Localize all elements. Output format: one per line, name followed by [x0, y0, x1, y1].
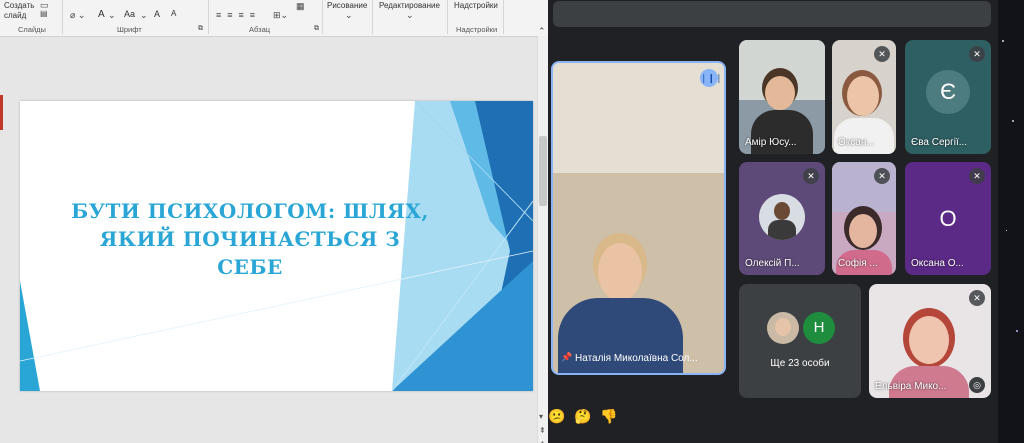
avatar: [759, 194, 805, 240]
presenter-face: [598, 243, 642, 301]
font-color-button[interactable]: A: [98, 9, 105, 20]
top-bar: [553, 1, 991, 27]
group-paragraph: Абзац: [249, 25, 271, 34]
chevron-down-icon[interactable]: ⌄: [140, 10, 148, 21]
editing-button[interactable]: Редактирование: [379, 1, 440, 10]
avatar: Н: [803, 312, 835, 344]
participant-tile[interactable]: Амір Юсу...: [739, 40, 825, 154]
avatar: Є: [926, 70, 970, 114]
smartart-icon[interactable]: ▦: [296, 1, 305, 12]
text-direction-icon[interactable]: ⊞⌄: [273, 10, 288, 21]
more-participants-label: Ще 23 особи: [770, 358, 830, 369]
participant-name: Єва Сергії...: [911, 137, 968, 148]
align-icons[interactable]: ≡≡≡≡: [216, 10, 261, 20]
powerpoint-window: ▭ Создать слайд ▤ Слайды ⌀ ⌄ A ⌄ Aa ⌄ A …: [0, 0, 548, 443]
more-participants-tile[interactable]: Н Ще 23 особи: [739, 284, 861, 398]
change-case-button[interactable]: Aa: [124, 9, 135, 19]
speaking-indicator-icon: ❘❙❘: [700, 69, 723, 87]
ribbon: ▭ Создать слайд ▤ Слайды ⌀ ⌄ A ⌄ Aa ⌄ A …: [0, 0, 548, 37]
shrink-font-button[interactable]: A: [171, 9, 176, 18]
slide-thumbnail-edge[interactable]: [0, 95, 3, 130]
slide-canvas[interactable]: БУТИ ПСИХОЛОГОМ: ШЛЯХ, ЯКИЙ ПОЧИНАЄТЬСЯ …: [20, 101, 533, 391]
participant-name: Оксана О...: [911, 258, 964, 269]
participant-tile[interactable]: Є ✕ Єва Сергії...: [905, 40, 991, 154]
avatar: [767, 312, 799, 344]
blue-corner-left: [20, 281, 40, 391]
mic-off-icon: ✕: [969, 290, 985, 306]
avatar: О: [926, 197, 970, 241]
chevron-down-icon[interactable]: ⌄: [406, 10, 414, 21]
participant-name: Ельвіра Мико...: [875, 381, 947, 392]
side-background: [998, 0, 1024, 443]
addins-button[interactable]: Надстройки: [454, 1, 498, 10]
divider: [372, 0, 373, 34]
chevron-down-icon[interactable]: ⌄: [345, 10, 353, 21]
slide-title[interactable]: БУТИ ПСИХОЛОГОМ: ШЛЯХ, ЯКИЙ ПОЧИНАЄТЬСЯ …: [70, 197, 430, 281]
participant-tile[interactable]: ✕ Олексій П...: [739, 162, 825, 275]
mic-off-icon: ✕: [969, 46, 985, 62]
chevron-down-icon[interactable]: ⌄: [108, 10, 116, 21]
create-slide-label-1[interactable]: Создать: [4, 1, 34, 10]
slide-title-line-1: БУТИ ПСИХОЛОГОМ: ШЛЯХ,: [71, 199, 429, 223]
prev-slide-icon[interactable]: ⇞: [539, 426, 546, 435]
grow-font-button[interactable]: A: [154, 9, 160, 19]
reaction-emoji[interactable]: 😕: [548, 408, 565, 425]
divider: [208, 0, 209, 34]
mic-off-icon: ✕: [874, 46, 890, 62]
meet-window: ❘❙❘ 📌 Наталія Миколаївна Сол... Амір Юсу…: [548, 0, 1024, 443]
slide-title-line-2: ЯКИЙ ПОЧИНАЄТЬСЯ З СЕБЕ: [99, 227, 401, 279]
participant-name: Олексій П...: [745, 258, 800, 269]
pin-icon[interactable]: 📌: [561, 352, 572, 363]
section-icon[interactable]: ▤: [40, 9, 48, 18]
participant-tile[interactable]: ✕ Софія ...: [832, 162, 896, 275]
group-font: Шрифт: [117, 25, 142, 34]
participant-tile[interactable]: ✕ ◎ Ельвіра Мико...: [869, 284, 991, 398]
participant-name: Амір Юсу...: [745, 137, 797, 148]
divider: [447, 0, 448, 34]
format-painter-icon[interactable]: ⌀ ⌄: [70, 10, 85, 21]
scroll-down-icon[interactable]: ▾: [539, 412, 543, 421]
presenter-tile[interactable]: ❘❙❘ 📌 Наталія Миколаївна Сол...: [551, 61, 726, 375]
participant-name: Софія ...: [838, 258, 878, 269]
divider: [62, 0, 63, 34]
scrollbar-thumb[interactable]: [539, 136, 547, 206]
participant-name: Оксан...: [838, 137, 875, 148]
dialog-launcher-icon[interactable]: ⧉: [198, 25, 203, 33]
group-slides: Слайды: [18, 25, 46, 34]
mic-off-icon: ✕: [874, 168, 890, 184]
dialog-launcher-icon[interactable]: ⧉: [314, 25, 319, 33]
thumbs-down-icon[interactable]: 👎: [600, 408, 617, 425]
participant-tile[interactable]: О ✕ Оксана О...: [905, 162, 991, 275]
drawing-button[interactable]: Рисование: [327, 1, 367, 10]
create-slide-label-2[interactable]: слайд: [4, 11, 26, 20]
divider: [322, 0, 323, 34]
presenter-name: Наталія Миколаївна Сол...: [575, 353, 698, 364]
visual-effects-icon[interactable]: ◎: [969, 377, 985, 393]
divider: [503, 0, 504, 34]
participant-tile[interactable]: ✕ Оксан...: [832, 40, 896, 154]
group-addins: Надстройки: [456, 25, 498, 34]
mic-off-icon: ✕: [803, 168, 819, 184]
vertical-scrollbar[interactable]: ▾ ⇞ ⇟: [537, 36, 548, 443]
mic-off-icon: ✕: [969, 168, 985, 184]
thinking-face-icon[interactable]: 🤔: [574, 408, 591, 425]
